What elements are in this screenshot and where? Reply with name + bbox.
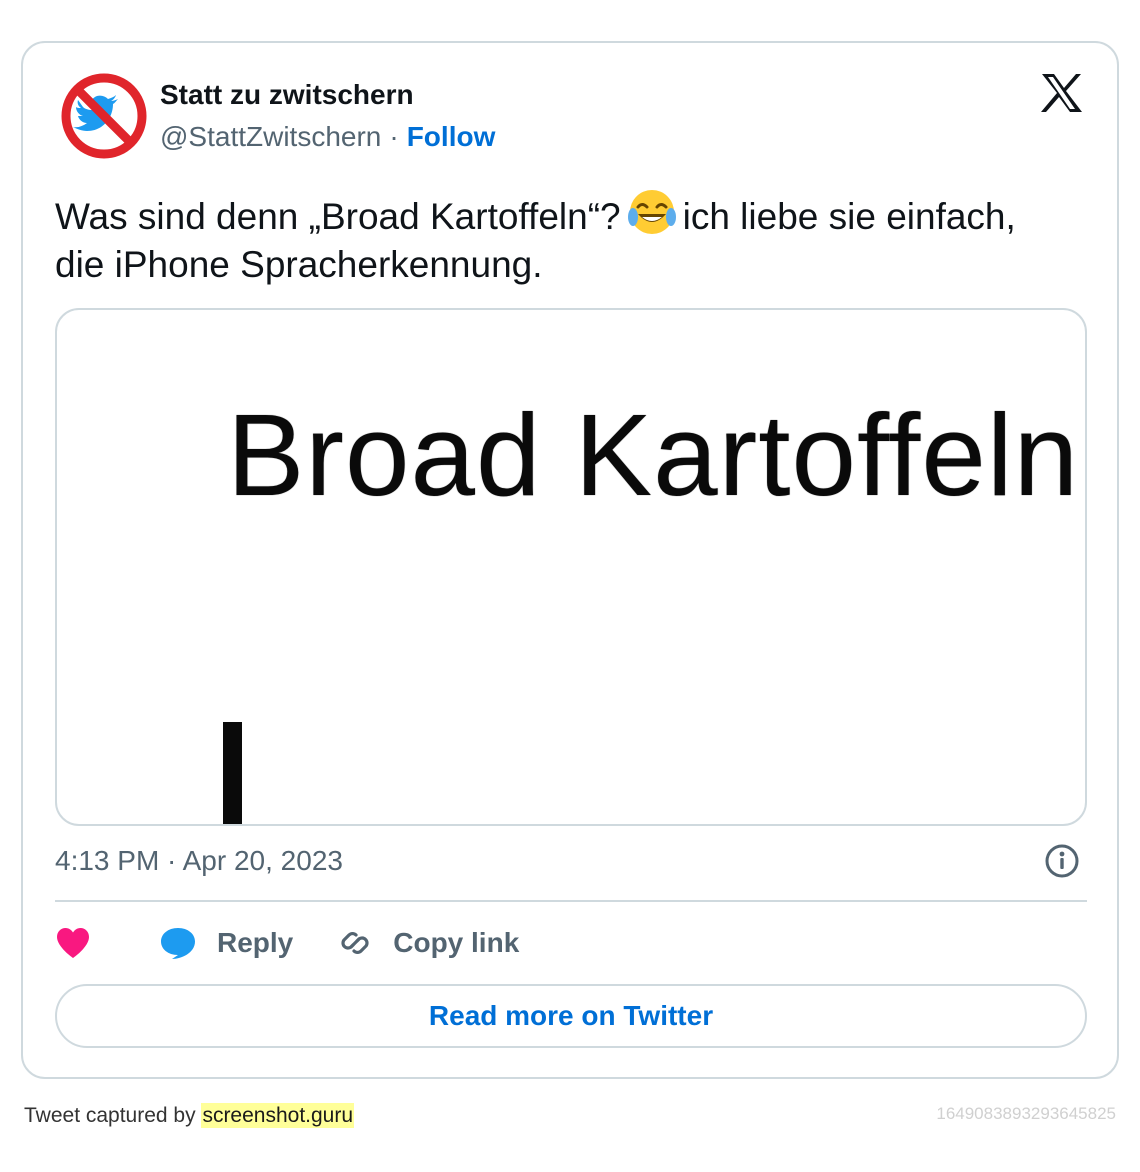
capture-credit: Tweet captured by screenshot.guru [24, 1103, 355, 1128]
tweet-text-part-1: Was sind denn „Broad Kartoffeln“? [55, 196, 621, 237]
copy-link-label: Copy link [393, 927, 520, 958]
capture-brand-link[interactable]: screenshot.guru [201, 1103, 355, 1128]
like-button[interactable] [55, 926, 91, 960]
tweet-card: Statt zu zwitschern @StattZwitschern · F… [21, 41, 1119, 1079]
tweet-media-image[interactable]: Broad Kartoffeln [55, 308, 1087, 826]
text-cursor-bar [223, 722, 242, 824]
read-more-button[interactable]: Read more on Twitter [55, 984, 1087, 1048]
author-handle[interactable]: @StattZwitschern [160, 121, 381, 153]
reply-bubble-icon [161, 928, 195, 959]
no-twitter-bird-icon [60, 72, 148, 160]
heart-icon [57, 928, 89, 958]
avatar[interactable] [59, 71, 149, 161]
reply-label: Reply [217, 927, 294, 958]
media-caption-text: Broad Kartoffeln [227, 390, 1080, 520]
follow-link[interactable]: Follow [407, 121, 496, 153]
tweet-id: 1649083893293645825 [936, 1104, 1116, 1123]
link-icon [341, 932, 369, 954]
tweet-text: Was sind denn „Broad Kartoffeln“? ich li… [55, 187, 1075, 289]
info-icon[interactable] [1044, 843, 1080, 879]
laughing-tears-emoji-icon [627, 187, 677, 237]
divider [55, 900, 1087, 902]
separator-dot: · [389, 121, 399, 152]
tweet-timestamp[interactable]: 4:13 PM · Apr 20, 2023 [55, 845, 343, 877]
author-name[interactable]: Statt zu zwitschern [160, 79, 414, 111]
x-logo-icon[interactable] [1040, 73, 1084, 113]
action-bar: Reply Copy link [55, 923, 519, 963]
handle-row: @StattZwitschern · Follow [160, 121, 495, 153]
reply-button[interactable]: Reply [159, 926, 293, 960]
copy-link-button[interactable]: Copy link [337, 925, 519, 961]
capture-credit-prefix: Tweet captured by [24, 1104, 202, 1127]
